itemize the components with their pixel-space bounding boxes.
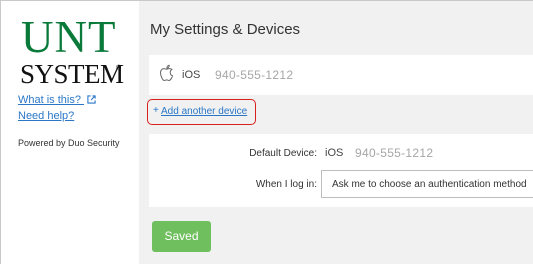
default-device-label: Default Device: <box>249 148 317 159</box>
logo-trademark: ® <box>116 65 122 72</box>
main-panel: My Settings & Devices iOS 940-555-1212 +… <box>139 1 533 264</box>
default-device-number: 940-555-1212 <box>355 146 434 160</box>
add-device-highlight[interactable]: + Add another device <box>147 99 256 125</box>
sidebar: UNT SYSTEM ® What is this? Need help? Po… <box>1 1 139 264</box>
settings-card: Default Device: iOS 940-555-1212 When I … <box>149 134 533 207</box>
device-row[interactable]: iOS 940-555-1212 <box>149 55 533 95</box>
unt-system-logo: UNT SYSTEM ® <box>18 12 124 91</box>
when-login-label: When I log in: <box>255 179 317 190</box>
logo-system-text: SYSTEM <box>20 59 124 89</box>
apple-icon <box>159 64 174 82</box>
need-help-link[interactable]: Need help? <box>18 110 74 123</box>
what-is-this-link[interactable]: What is this? <box>18 94 96 107</box>
external-link-icon <box>87 95 96 104</box>
duo-frame: UNT SYSTEM ® What is this? Need help? Po… <box>0 0 533 264</box>
login-action-select[interactable]: Ask me to choose an authentication metho… <box>321 170 533 198</box>
what-is-this-label: What is this? <box>18 94 81 106</box>
device-os: iOS <box>182 69 201 81</box>
default-device-os: iOS <box>325 147 344 159</box>
saved-button[interactable]: Saved <box>152 221 211 252</box>
page-title: My Settings & Devices <box>150 21 301 38</box>
add-plus-icon: + <box>153 105 159 116</box>
add-another-device-link[interactable]: Add another device <box>161 106 247 117</box>
logo-unt-text: UNT <box>21 12 117 62</box>
powered-by-text: Powered by Duo Security <box>18 138 120 148</box>
login-action-value: Ask me to choose an authentication metho… <box>332 179 527 190</box>
device-number: 940-555-1212 <box>215 68 294 82</box>
